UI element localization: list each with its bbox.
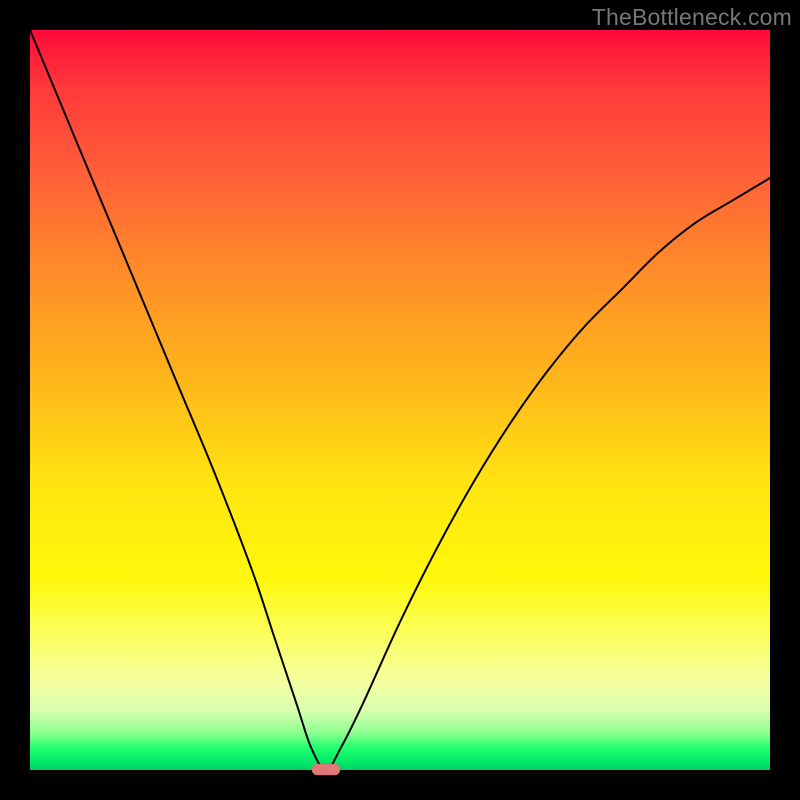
minimum-marker <box>312 764 340 775</box>
bottleneck-curve <box>30 30 770 770</box>
plot-area <box>30 30 770 770</box>
curve-svg <box>30 30 770 770</box>
watermark-text: TheBottleneck.com <box>592 4 792 31</box>
chart-frame: TheBottleneck.com <box>0 0 800 800</box>
